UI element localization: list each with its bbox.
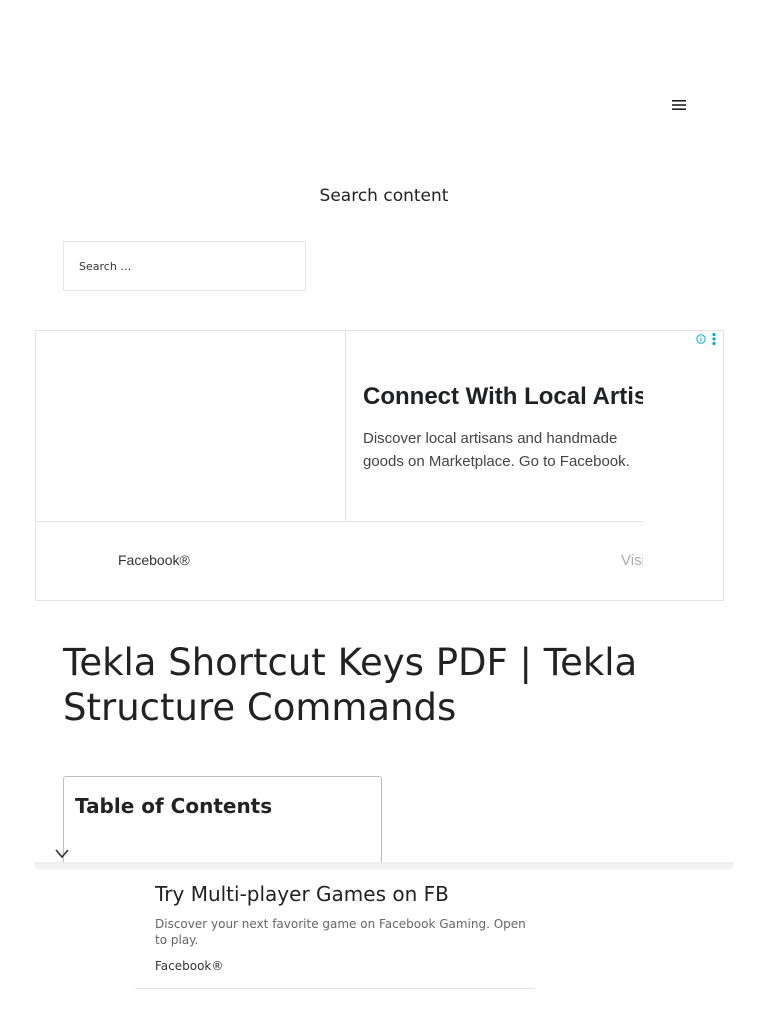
ad-image-placeholder[interactable]	[36, 331, 346, 521]
anchor-ad-bar	[35, 862, 733, 870]
ad-info-icon[interactable]	[696, 334, 706, 344]
ad-divider	[36, 521, 643, 522]
ad-advertiser[interactable]: Facebook®	[118, 552, 190, 568]
ad-options-icon[interactable]	[711, 332, 717, 346]
table-of-contents: Table of Contents	[63, 776, 382, 866]
chevron-down-icon[interactable]	[55, 848, 69, 860]
ad-headline[interactable]: Connect With Local Artisans	[363, 383, 643, 411]
toc-title: Table of Contents	[75, 794, 273, 818]
advertisement-banner[interactable]: Connect With Local Artisans Discover loc…	[35, 330, 724, 601]
search-heading: Search content	[319, 186, 449, 206]
anchor-ad-headline[interactable]: Try Multi-player Games on FB	[155, 882, 449, 906]
hamburger-menu-icon[interactable]	[668, 94, 690, 116]
anchor-ad-advertiser[interactable]: Facebook®	[155, 959, 223, 973]
ad-border-line	[723, 331, 724, 601]
ad-right-area	[643, 331, 723, 600]
ad-description[interactable]: Discover local artisans and handmade goo…	[363, 427, 643, 473]
ad-visit-button[interactable]: Visit	[621, 552, 643, 569]
search-input[interactable]	[63, 241, 306, 291]
anchor-advertisement[interactable]: Try Multi-player Games on FB Discover yo…	[135, 870, 535, 989]
article-title: Tekla Shortcut Keys PDF | Tekla Structur…	[63, 641, 638, 729]
anchor-ad-description[interactable]: Discover your next favorite game on Face…	[155, 916, 535, 948]
